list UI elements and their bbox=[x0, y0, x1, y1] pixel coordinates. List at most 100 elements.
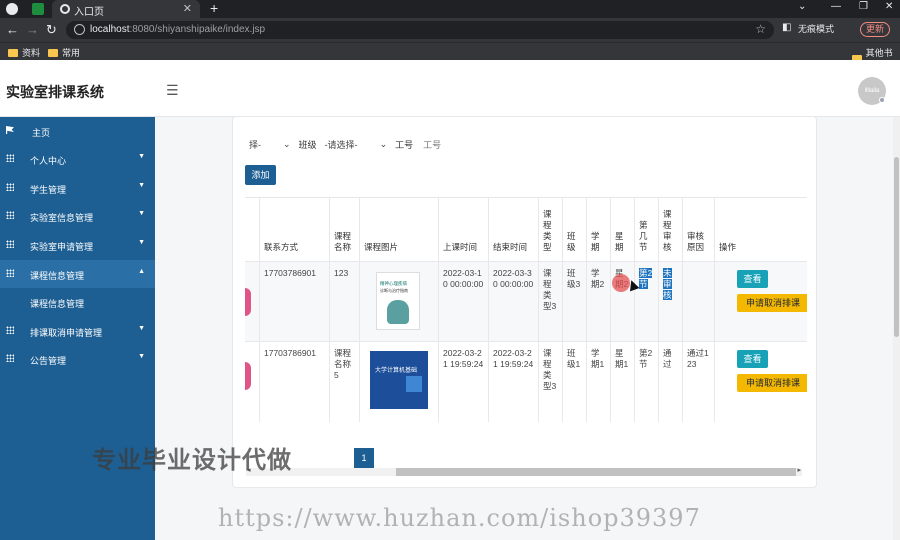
cell-reason: 通过123 bbox=[682, 342, 714, 422]
scroll-thumb[interactable] bbox=[396, 468, 796, 476]
select-class[interactable]: -请选择- ⌄ bbox=[321, 135, 392, 153]
cell-period: 第2节 bbox=[634, 342, 658, 422]
cancel-schedule-button[interactable]: 申请取消排课 bbox=[737, 374, 807, 392]
sidebar-item-lab-apply[interactable]: 实验室申请管理 ▼ bbox=[0, 231, 155, 259]
cell-start: 2022-03-10 00:00:00 bbox=[438, 262, 488, 341]
cell-review: 未审核 bbox=[658, 262, 682, 341]
col-course-image: 课程图片 bbox=[359, 198, 438, 261]
caret-down-icon: ▼ bbox=[138, 239, 145, 246]
page-viewport: 实验室排课系统 ☰ llllalla 主页 个人中心 ▼ 学生管理 ▼ 实验室信… bbox=[0, 60, 900, 540]
folder-icon bbox=[48, 48, 58, 57]
cell-type: 课程类型3 bbox=[538, 342, 562, 422]
view-button[interactable]: 查看 bbox=[737, 350, 768, 368]
label-class: 班级 bbox=[298, 139, 317, 150]
tab-title: 入口页 bbox=[74, 7, 104, 18]
row-marker bbox=[245, 362, 251, 390]
col-review: 课程审核 bbox=[658, 198, 682, 261]
col-course-name: 课程名称 bbox=[329, 198, 359, 261]
sidebar-item-lab-info[interactable]: 实验室信息管理 ▼ bbox=[0, 202, 155, 230]
browser-tab-bar: 入口页 ✕ + ⌄ — ❐ ✕ bbox=[0, 0, 900, 18]
address-bar: ← → ↻ localhost:8080/shiyanshipaike/inde… bbox=[0, 18, 900, 42]
cancel-schedule-button[interactable]: 申请取消排课 bbox=[737, 294, 807, 312]
cell-start: 2022-03-21 19:59:24 bbox=[438, 342, 488, 422]
col-class: 班级 bbox=[562, 198, 586, 261]
course-image[interactable]: 大学计算机基础 bbox=[370, 351, 428, 409]
chevron-down-icon: ⌄ bbox=[283, 138, 291, 149]
close-window-icon[interactable]: ✕ bbox=[885, 1, 893, 12]
flag-icon bbox=[6, 126, 14, 134]
cell-end: 2022-03-21 19:59:24 bbox=[488, 342, 538, 422]
back-icon[interactable]: ← bbox=[6, 22, 19, 37]
add-button[interactable]: 添加 bbox=[245, 165, 276, 185]
cell-phone: 17703786901 bbox=[259, 262, 329, 341]
horizontal-scrollbar[interactable]: ◂ ▸ bbox=[246, 466, 802, 476]
reload-icon[interactable]: ↻ bbox=[46, 22, 57, 38]
course-table: 联系方式 课程名称 课程图片 上课时间 结束时间 课程类型 班级 学期 星期 第… bbox=[245, 197, 807, 422]
filter-bar: 择- ⌄ 班级 -请选择- ⌄ 工号 工号 bbox=[245, 135, 441, 153]
tab-search-icon[interactable]: ⌄ bbox=[798, 1, 806, 12]
sidebar-item-profile[interactable]: 个人中心 ▼ bbox=[0, 145, 155, 173]
close-tab-icon[interactable]: ✕ bbox=[183, 2, 192, 15]
menu-toggle-icon[interactable]: ☰ bbox=[166, 82, 179, 99]
minimize-icon[interactable]: — bbox=[831, 1, 841, 12]
scroll-thumb[interactable] bbox=[894, 157, 899, 337]
app-header: 实验室排课系统 ☰ llllalla bbox=[0, 60, 900, 117]
cell-review: 通过 bbox=[658, 342, 682, 422]
page-button-current[interactable]: 1 bbox=[354, 448, 374, 468]
cell-weekday: 星期1 bbox=[610, 342, 634, 422]
sidebar-item-home[interactable]: 主页 bbox=[0, 117, 155, 145]
caret-down-icon: ▼ bbox=[138, 353, 145, 360]
cover-illustration bbox=[406, 376, 422, 392]
course-image[interactable]: 精神心理疾病 诊断与治疗指南 bbox=[376, 272, 420, 330]
sidebar-subitem-course-info[interactable]: 课程信息管理 bbox=[0, 288, 155, 316]
watermark-text: 专业毕业设计代做 bbox=[92, 447, 292, 474]
cell-class: 班级1 bbox=[562, 342, 586, 422]
scroll-right-icon[interactable]: ▸ bbox=[797, 466, 801, 474]
select-type[interactable]: 择- ⌄ bbox=[245, 135, 295, 153]
table-row: 17703786901 课程名称5 大学计算机基础 2022-03-21 19:… bbox=[245, 342, 807, 422]
sidebar: 主页 个人中心 ▼ 学生管理 ▼ 实验室信息管理 ▼ 实验室申请管理 ▼ 课程信… bbox=[0, 117, 155, 540]
side-panel-icon[interactable]: ◧ bbox=[782, 22, 791, 33]
incognito-label[interactable]: 无痕模式 bbox=[798, 22, 834, 35]
staff-no-input[interactable]: 工号 bbox=[423, 138, 441, 151]
col-weekday: 星期 bbox=[610, 198, 634, 261]
vertical-scrollbar[interactable] bbox=[893, 117, 900, 540]
new-tab-icon[interactable]: + bbox=[210, 0, 218, 16]
cell-course-name: 123 bbox=[329, 262, 359, 341]
col-type: 课程类型 bbox=[538, 198, 562, 261]
restore-icon[interactable]: ❐ bbox=[859, 1, 868, 12]
col-end: 结束时间 bbox=[488, 198, 538, 261]
row-marker bbox=[245, 288, 251, 316]
grid-icon bbox=[6, 326, 14, 334]
tab-active[interactable]: 入口页 ✕ bbox=[52, 0, 200, 18]
col-term: 学期 bbox=[586, 198, 610, 261]
bookmark-folder-changyong[interactable]: 常用 bbox=[48, 46, 80, 59]
grid-icon bbox=[6, 211, 14, 219]
label-staff-no: 工号 bbox=[395, 139, 414, 150]
update-button[interactable]: 更新 bbox=[860, 22, 891, 37]
sidebar-item-notices[interactable]: 公告管理 ▼ bbox=[0, 345, 155, 373]
col-period: 第几节 bbox=[634, 198, 658, 261]
site-info-icon[interactable] bbox=[74, 24, 85, 35]
caret-up-icon: ▲ bbox=[138, 268, 145, 275]
chevron-down-icon: ⌄ bbox=[379, 138, 388, 149]
cell-period: 第2节 bbox=[634, 262, 658, 341]
status-dot bbox=[879, 97, 885, 103]
caret-down-icon: ▼ bbox=[138, 325, 145, 332]
url-input[interactable]: localhost:8080/shiyanshipaike/index.jsp … bbox=[66, 21, 774, 39]
grid-icon bbox=[6, 154, 14, 162]
bookmark-star-icon[interactable]: ☆ bbox=[755, 22, 766, 36]
chrome-menu-icon[interactable] bbox=[6, 3, 18, 15]
sidebar-item-course-info[interactable]: 课程信息管理 ▲ bbox=[0, 260, 155, 288]
avatar[interactable]: llllalla bbox=[858, 77, 886, 105]
forward-icon[interactable]: → bbox=[26, 22, 39, 37]
sheets-tab-icon[interactable] bbox=[32, 3, 44, 15]
sidebar-item-students[interactable]: 学生管理 ▼ bbox=[0, 174, 155, 202]
sidebar-item-cancel-apply[interactable]: 排课取消申请管理 ▼ bbox=[0, 317, 155, 345]
col-start: 上课时间 bbox=[438, 198, 488, 261]
cell-term: 学期2 bbox=[586, 262, 610, 341]
col-phone: 联系方式 bbox=[259, 198, 329, 261]
bookmark-folder-ziliao[interactable]: 资料 bbox=[8, 46, 40, 59]
table-row: 17703786901 123 精神心理疾病 诊断与治疗指南 2022-03-1… bbox=[245, 262, 807, 342]
view-button[interactable]: 查看 bbox=[737, 270, 768, 288]
